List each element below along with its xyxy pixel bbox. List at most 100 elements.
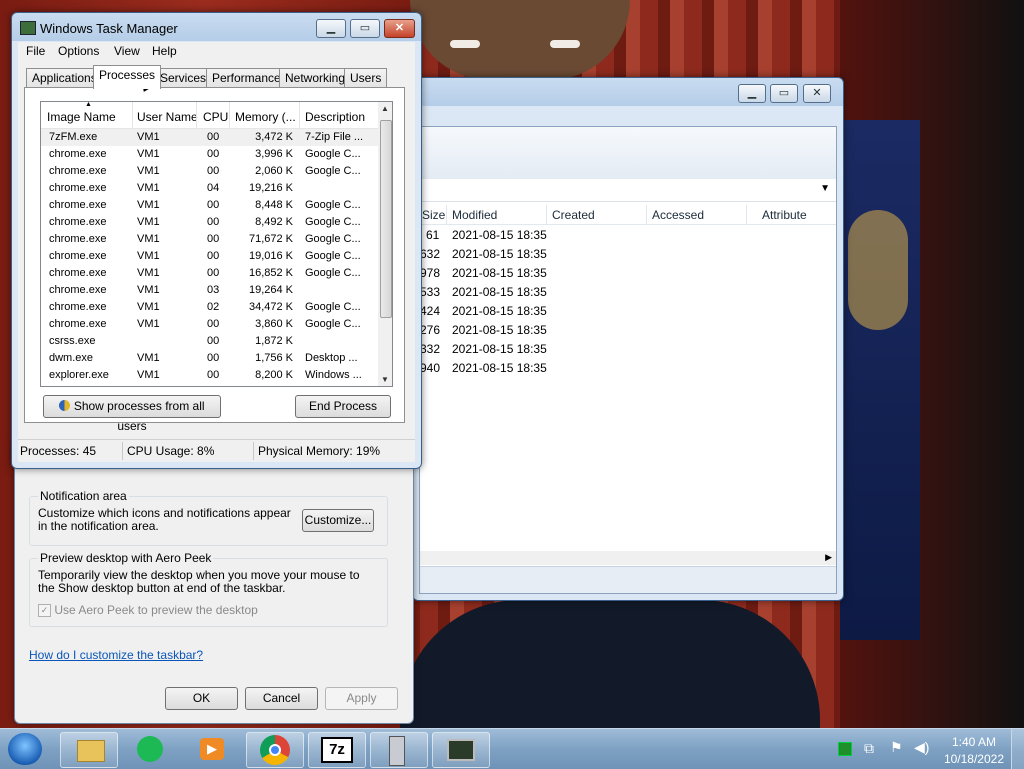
process-cpu: 03 [207, 284, 220, 296]
tab-performance[interactable]: Performance [206, 68, 287, 88]
column-modified[interactable]: Modified [452, 208, 497, 222]
volume-icon[interactable]: ◀) [914, 739, 929, 756]
process-row[interactable]: csrss.exe 00 1,872 K [41, 333, 378, 350]
aero-peek-checkbox-row[interactable]: ✓ Use Aero Peek to preview the desktop [38, 603, 258, 618]
file-row[interactable]: 978 2021-08-15 18:35 [420, 264, 836, 283]
tab-services[interactable]: Services [154, 68, 213, 88]
file-row[interactable]: 424 2021-08-15 18:35 [420, 302, 836, 321]
close-button[interactable]: ✕ [803, 84, 831, 103]
process-user-name: VM1 [137, 301, 160, 313]
clock[interactable]: 1:40 AM 10/18/2022 [944, 735, 1004, 766]
taskbar-task-manager[interactable] [432, 732, 490, 768]
column-separator[interactable] [132, 102, 133, 128]
column-user-name[interactable]: User Name [137, 110, 198, 124]
taskbar: ▶ 7z ⧉ ⚑ ◀) 1:40 AM 10/18/2022 [0, 728, 1024, 769]
scroll-up-icon[interactable]: ▲ [378, 104, 392, 113]
column-accessed[interactable]: Accessed [652, 208, 704, 222]
column-description[interactable]: Description [305, 110, 365, 124]
taskbar-chrome[interactable] [246, 732, 304, 768]
start-orb-icon[interactable] [8, 733, 42, 765]
close-button[interactable]: ✕ [384, 19, 415, 38]
taskbar-media-player[interactable]: ▶ [184, 732, 240, 766]
column-memory[interactable]: Memory (... [235, 110, 296, 124]
column-attributes[interactable]: Attribute [762, 208, 807, 222]
ok-button[interactable]: OK [165, 687, 238, 710]
minimize-button[interactable]: ▁ [316, 19, 346, 38]
file-row[interactable]: 533 2021-08-15 18:35 [420, 283, 836, 302]
tab-applications[interactable]: Applications [26, 68, 103, 88]
file-row[interactable]: 632 2021-08-15 18:35 [420, 245, 836, 264]
end-process-button[interactable]: End Process [295, 395, 391, 418]
column-separator[interactable] [446, 205, 447, 224]
vertical-scrollbar[interactable]: ▲ ▼ [378, 102, 392, 386]
customize-button[interactable]: Customize... [302, 509, 374, 532]
process-image-name: 7zFM.exe [49, 131, 98, 143]
chrome-icon [260, 735, 290, 765]
taskbar-server-manager[interactable] [370, 732, 428, 768]
menu-options[interactable]: Options [58, 44, 99, 58]
scroll-thumb[interactable] [380, 120, 392, 318]
column-created[interactable]: Created [552, 208, 595, 222]
process-row[interactable]: chrome.exe VM1 02 34,472 K Google C... [41, 299, 378, 316]
scroll-down-icon[interactable]: ▼ [378, 375, 392, 384]
column-separator[interactable] [229, 102, 230, 128]
process-row[interactable]: chrome.exe VM1 00 8,448 K Google C... [41, 197, 378, 214]
process-list[interactable]: Image Name ▲ User Name CPU Memory (... D… [40, 101, 393, 387]
process-row[interactable]: chrome.exe VM1 00 71,672 K Google C... [41, 231, 378, 248]
task-manager-window: Windows Task Manager ▁ ▭ ✕ File Options … [11, 12, 422, 469]
maximize-button[interactable]: ▭ [350, 19, 380, 38]
taskbar-file-explorer[interactable] [60, 732, 118, 768]
process-row[interactable]: dwm.exe VM1 00 1,756 K Desktop ... [41, 350, 378, 367]
file-row[interactable]: 276 2021-08-15 18:35 [420, 321, 836, 340]
column-separator[interactable] [746, 205, 747, 224]
process-row[interactable]: chrome.exe VM1 00 8,492 K Google C... [41, 214, 378, 231]
process-row[interactable]: chrome.exe VM1 00 16,852 K Google C... [41, 265, 378, 282]
process-row[interactable]: chrome.exe VM1 03 19,264 K [41, 282, 378, 299]
cancel-button[interactable]: Cancel [245, 687, 318, 710]
process-row[interactable]: explorer.exe VM1 00 8,200 K Windows ... [41, 367, 378, 384]
process-row[interactable]: chrome.exe VM1 04 19,216 K [41, 180, 378, 197]
process-row[interactable]: chrome.exe VM1 00 19,016 K Google C... [41, 248, 378, 265]
process-description: Google C... [305, 318, 361, 330]
chevron-down-icon[interactable]: ▼ [820, 183, 830, 194]
show-all-processes-button[interactable]: Show processes from all users [43, 395, 221, 433]
column-separator[interactable] [196, 102, 197, 128]
process-row[interactable]: chrome.exe VM1 00 3,996 K Google C... [41, 146, 378, 163]
tab-processes[interactable]: Processes [93, 65, 162, 89]
horizontal-scrollbar[interactable]: ▶ [420, 551, 836, 565]
spotify-icon [137, 736, 163, 762]
network-icon[interactable]: ⧉ [864, 740, 874, 757]
column-separator[interactable] [299, 102, 300, 128]
file-row[interactable]: 940 2021-08-15 18:35 [420, 359, 836, 378]
maximize-button[interactable]: ▭ [770, 84, 798, 103]
menu-help[interactable]: Help [152, 44, 177, 58]
column-separator[interactable] [546, 205, 547, 224]
show-desktop-button[interactable] [1011, 729, 1024, 769]
process-row[interactable]: chrome.exe VM1 00 2,060 K Google C... [41, 163, 378, 180]
action-center-flag-icon[interactable]: ⚑ [890, 739, 903, 756]
menu-view[interactable]: View [114, 44, 140, 58]
tab-networking[interactable]: Networking [279, 68, 352, 88]
column-separator[interactable] [646, 205, 647, 224]
column-cpu[interactable]: CPU [203, 110, 228, 124]
help-link[interactable]: How do I customize the taskbar? [29, 648, 203, 662]
process-description: Google C... [305, 165, 361, 177]
column-size[interactable]: Size [422, 208, 445, 222]
address-bar[interactable]: ▼ [420, 179, 836, 202]
process-memory: 71,672 K [248, 233, 293, 245]
scroll-right-icon[interactable]: ▶ [825, 552, 832, 563]
taskbar-spotify[interactable] [122, 732, 178, 766]
menu-file[interactable]: File [26, 44, 45, 58]
file-row[interactable]: 332 2021-08-15 18:35 [420, 340, 836, 359]
process-row[interactable]: chrome.exe VM1 00 3,860 K Google C... [41, 316, 378, 333]
process-image-name: chrome.exe [49, 233, 107, 245]
column-image-name[interactable]: Image Name [47, 110, 116, 124]
file-row[interactable]: 61 2021-08-15 18:35 [420, 226, 836, 245]
tab-users[interactable]: Users [344, 68, 388, 88]
checkbox-checked-icon[interactable]: ✓ [38, 604, 51, 618]
tray-status-icon[interactable] [838, 742, 852, 756]
taskbar-7zip[interactable]: 7z [308, 732, 366, 768]
process-row[interactable]: 7zFM.exe VM1 00 3,472 K 7-Zip File ... [41, 129, 378, 146]
apply-button[interactable]: Apply [325, 687, 398, 710]
minimize-button[interactable]: ▁ [738, 84, 766, 103]
